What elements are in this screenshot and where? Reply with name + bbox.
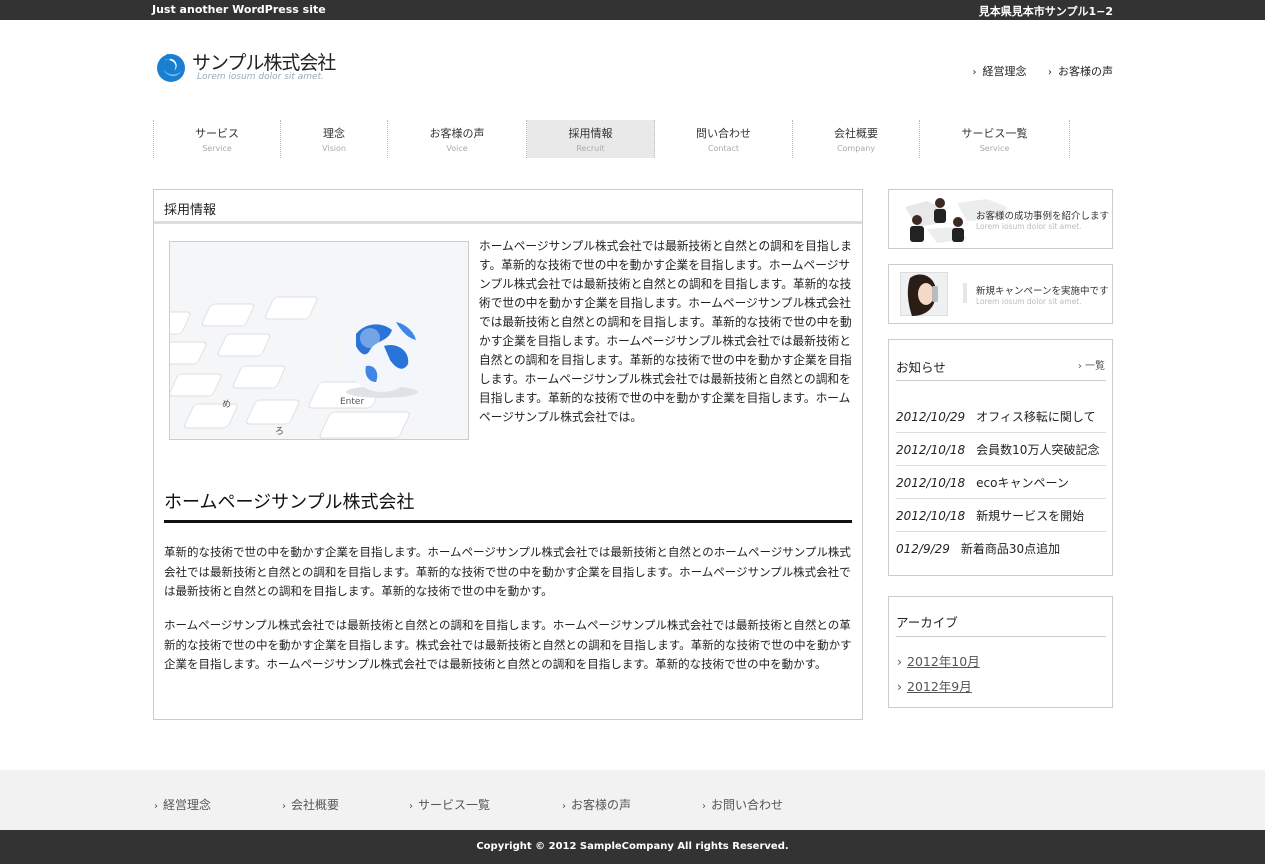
footer-link-voice[interactable]: お客様の声 (562, 796, 631, 813)
news-item[interactable]: 2012/10/18 ecoキャンペーン (896, 466, 1106, 499)
news-more-label: 一覧 (1085, 361, 1105, 372)
banner-title: 新規キャンペーンを実施中です (976, 286, 1109, 297)
footer-link-service-list[interactable]: サービス一覧 (409, 796, 490, 813)
divider (896, 636, 1106, 637)
footer-link-company[interactable]: 会社概要 (282, 796, 339, 813)
banner-campaign[interactable]: 新規キャンペーンを実施中です Lorem iosum dolor sit ame… (888, 264, 1113, 324)
header-link-voice[interactable]: お客様の声 (1048, 65, 1113, 78)
nav-item-company[interactable]: 会社概要 Company (793, 120, 920, 158)
company-name: サンプル株式会社 (192, 52, 336, 74)
footer-link-philosophy[interactable]: 経営理念 (154, 796, 211, 813)
news-title: ecoキャンペーン (976, 476, 1069, 490)
archive-link[interactable]: 2012年10月 (897, 651, 980, 670)
news-title: 新規サービスを開始 (976, 509, 1085, 523)
body-paragraph-2: ホームページサンプル株式会社では最新技術と自然との調和を目指します。ホームページ… (164, 618, 852, 671)
nav-item-contact[interactable]: 問い合わせ Contact (655, 120, 793, 158)
news-title: 新着商品30点追加 (960, 542, 1061, 556)
news-item[interactable]: 2012/10/29 オフィス移転に関して (896, 400, 1106, 433)
keyboard-globe-image: Enter め ろ (169, 241, 469, 440)
footer-nav: 経営理念 会社概要 サービス一覧 お客様の声 お問い合わせ (0, 770, 1265, 830)
nav-label: 問い合わせ (696, 127, 751, 140)
nav-sublabel: Service (202, 144, 232, 153)
news-heading: お知らせ (896, 360, 946, 375)
nav-item-service[interactable]: サービス Service (154, 120, 281, 158)
news-item[interactable]: 2012/10/18 会員数10万人突破記念 (896, 433, 1106, 466)
page-title: 採用情報 (154, 190, 862, 224)
archive-widget: アーカイブ 2012年10月 2012年9月 (888, 596, 1113, 708)
news-date: 2012/10/18 (896, 476, 966, 490)
section-heading: ホームページサンプル株式会社 (164, 488, 852, 523)
divider (896, 380, 1106, 381)
global-nav: サービス Service 理念 Vision お客様の声 Voice 採用情報 Recr… (153, 120, 1070, 158)
chevron-right-icon: › (1077, 361, 1085, 372)
nav-sublabel: Service (979, 144, 1010, 153)
site-description: Just another WordPress site (152, 3, 326, 16)
logo-mark-icon (157, 54, 185, 82)
banner-subtitle: Lorem iosum dolor sit amet. (976, 297, 1082, 306)
nav-label: サービス一覧 (961, 127, 1028, 140)
logo[interactable]: サンプル株式会社 Lorem iosum dolor sit amet. (155, 48, 355, 88)
news-widget: お知らせ › 一覧 2012/10/29 オフィス移転に関して 2012/10/1… (888, 339, 1113, 576)
company-tagline: Lorem iosum dolor sit amet. (197, 72, 324, 82)
body-paragraph-1: 革新的な技術で世の中を動かす企業を目指します。ホームページサンプル株式会社では最… (164, 545, 851, 598)
key-ro: ろ (275, 426, 284, 437)
news-date: 2012/10/18 (896, 509, 966, 523)
banner-success-stories[interactable]: お客様の成功事例を紹介します Lorem iosum dolor sit ame… (888, 189, 1113, 249)
header-link-philosophy[interactable]: 経営理念 (973, 65, 1027, 78)
news-title: 会員数10万人突破記念 (976, 443, 1100, 457)
news-item[interactable]: 2012/10/18 新規サービスを開始 (896, 499, 1106, 532)
copyright-text: Copyright © 2012 SampleCompany All right… (476, 841, 789, 852)
nav-item-voice[interactable]: お客様の声 Voice (388, 120, 527, 158)
news-item[interactable]: 012/9/29 新着商品30点追加 (896, 532, 1106, 565)
nav-label: サービス (195, 127, 239, 140)
archive-link[interactable]: 2012年9月 (897, 676, 972, 695)
main-content: 採用情報 Enter め ろ ホームページサンプル株式会社では最新技術と自然との… (153, 189, 863, 720)
nav-label: 会社概要 (834, 127, 878, 140)
header-links: 経営理念 お客様の声 (955, 63, 1114, 79)
top-bar: Just another WordPress site 見本県見本市サンプル1−… (0, 0, 1265, 20)
news-date: 012/9/29 (896, 542, 950, 556)
address: 見本県見本市サンプル1−2 (978, 5, 1113, 18)
nav-label: 理念 (323, 127, 345, 140)
nav-label: お客様の声 (429, 127, 485, 140)
nav-item-recruit[interactable]: 採用情報 Recruit (527, 120, 655, 158)
divider (963, 283, 967, 303)
banner-subtitle: Lorem iosum dolor sit amet. (976, 222, 1082, 231)
news-more-link[interactable]: › 一覧 (1078, 357, 1105, 372)
keyboard-globe-illustration: Enter め ろ (170, 242, 468, 439)
nav-label: 採用情報 (568, 127, 613, 140)
nav-sublabel: Company (836, 144, 876, 153)
news-title: オフィス移転に関して (976, 410, 1096, 424)
intro-text: ホームページサンプル株式会社では最新技術と自然との調和を目指します。革新的な技術… (479, 239, 852, 424)
nav-sublabel: Voice (446, 144, 468, 153)
archive-heading: アーカイブ (896, 615, 958, 630)
footer-link-contact[interactable]: お問い合わせ (702, 796, 783, 813)
copyright-bar: Copyright © 2012 SampleCompany All right… (0, 830, 1265, 864)
key-me: め (222, 399, 231, 410)
nav-sublabel: Recruit (576, 144, 605, 153)
news-date: 2012/10/29 (896, 410, 966, 424)
news-date: 2012/10/18 (896, 443, 966, 457)
nav-sublabel: Vision (322, 144, 346, 153)
nav-sublabel: Contact (707, 144, 740, 153)
nav-item-vision[interactable]: 理念 Vision (281, 120, 388, 158)
banner-title: お客様の成功事例を紹介します (976, 211, 1110, 222)
key-enter: Enter (340, 397, 364, 407)
nav-item-service-list[interactable]: サービス一覧 Service (920, 120, 1070, 158)
woman-phone-image (900, 272, 948, 316)
